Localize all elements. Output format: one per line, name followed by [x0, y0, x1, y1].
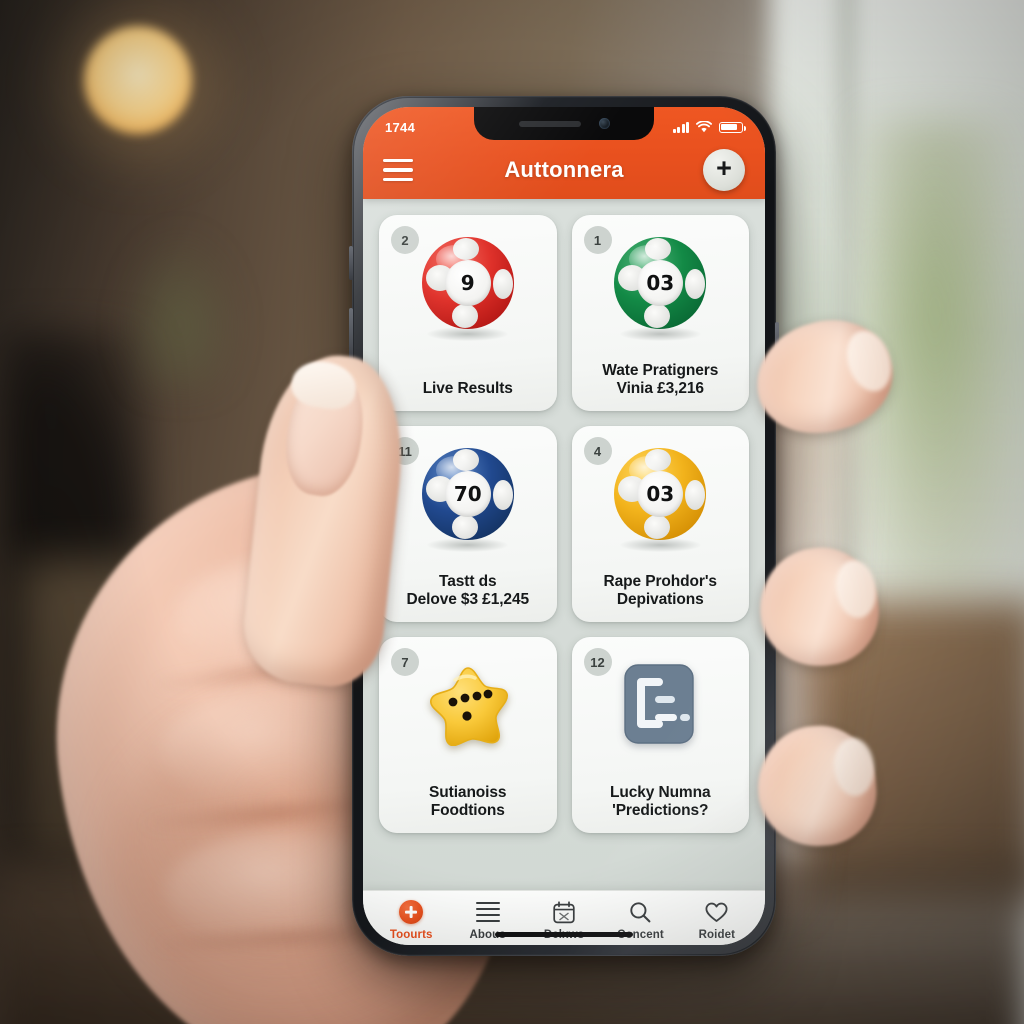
lottery-ball-green: 03: [614, 237, 707, 341]
feature-grid: 2 9 Live Results 1 03 Wate Pratigners Vi…: [379, 215, 749, 833]
app-bar: Auttonnera +: [363, 141, 765, 199]
card-label-line2: Vinia £3,216: [616, 380, 704, 398]
phone-screen: 1744 Auttonnera + 2 9 Live Results 1 03 …: [363, 107, 765, 945]
device-notch: [474, 107, 654, 140]
card-label-line2: Foodtions: [430, 802, 505, 820]
card-label-line2: 'Predictions?: [612, 802, 709, 820]
card-label-line1: Live Results: [422, 380, 513, 398]
status-indicators: [672, 121, 746, 133]
ball-number: 03: [637, 471, 684, 517]
photo-scene: 1744 Auttonnera + 2 9 Live Results 1 03 …: [0, 0, 1024, 1024]
card-badge: 12: [583, 648, 612, 676]
card-label-line2: Depivations: [616, 591, 704, 609]
card-live-results[interactable]: 2 9 Live Results: [379, 215, 557, 411]
front-camera: [598, 118, 610, 129]
lottery-ball-red: 9: [421, 237, 514, 341]
status-time: 1744: [385, 119, 416, 135]
card-badge: 1: [583, 226, 612, 254]
card-artwork: [621, 653, 699, 757]
signal-bars-icon: [672, 121, 689, 133]
card-label: Lucky Numna 'Predictions?: [606, 784, 715, 823]
card-tastt-ds[interactable]: 11 70 Tastt ds Delove $3 £1,245: [379, 426, 557, 622]
card-badge: 4: [583, 437, 612, 465]
card-badge: 2: [391, 226, 419, 254]
page-title: Auttonnera: [504, 157, 624, 182]
plus-circle-icon: [399, 900, 424, 924]
card-label: Wate Pratigners Vinia £3,216: [598, 362, 722, 401]
card-artwork: [422, 653, 514, 757]
card-artwork: 9: [421, 231, 514, 341]
card-label-line1: Tastt ds: [439, 572, 497, 590]
lottery-ball-yellow: 03: [614, 448, 707, 552]
card-artwork: 03: [614, 231, 707, 341]
list-lines-icon: [475, 900, 500, 924]
ceiling-lamp: [84, 26, 192, 134]
heart-icon: [705, 900, 728, 924]
card-label: Live Results: [419, 380, 517, 401]
card-label-line1: Wate Pratigners: [602, 361, 719, 379]
volume-up-button[interactable]: [349, 308, 353, 364]
card-label-line2: Delove $3 £1,245: [406, 591, 530, 609]
star-icon: [422, 661, 514, 749]
nav-item-toourts[interactable]: Toourts: [373, 900, 449, 941]
calendar-icon: [553, 900, 575, 924]
earpiece-speaker: [518, 120, 581, 127]
ball-number: 70: [444, 471, 491, 517]
card-label-line1: Lucky Numna: [609, 783, 711, 801]
ball-number: 9: [444, 260, 491, 306]
background-plant: [120, 230, 240, 390]
smartphone-device: 1744 Auttonnera + 2 9 Live Results 1 03 …: [349, 96, 779, 956]
hamburger-menu-icon[interactable]: [383, 159, 413, 181]
card-label: Rape Prohdor's Depivations: [600, 573, 721, 612]
card-label: Tastt ds Delove $3 £1,245: [403, 573, 534, 612]
search-icon: [629, 900, 651, 924]
card-label-line1: Sutianoiss: [429, 783, 507, 801]
card-wate-pratigners[interactable]: 1 03 Wate Pratigners Vinia £3,216: [571, 215, 749, 411]
card-rape-prohdors[interactable]: 4 03 Rape Prohdor's Depivations: [571, 426, 749, 622]
card-sutianoiss-foodtions[interactable]: 7 Sutianoiss Foodtions: [379, 637, 557, 833]
card-artwork: 03: [614, 442, 707, 552]
add-button[interactable]: +: [703, 149, 745, 191]
silent-switch[interactable]: [349, 246, 353, 280]
home-indicator[interactable]: [495, 932, 633, 937]
nav-label: Toourts: [389, 929, 433, 941]
nav-item-roidet[interactable]: Roidet: [679, 900, 755, 941]
card-lucky-numna-predictions[interactable]: 12 Lucky Numna 'Predictions?: [571, 637, 749, 833]
document-icon: [621, 662, 699, 748]
card-label: Sutianoiss Foodtions: [425, 784, 510, 823]
main-content: 2 9 Live Results 1 03 Wate Pratigners Vi…: [363, 199, 765, 890]
wifi-icon: [696, 121, 712, 133]
plus-icon: +: [716, 153, 732, 183]
lottery-ball-blue: 70: [421, 448, 514, 552]
card-label-line1: Rape Prohdor's: [603, 572, 717, 590]
app-header: 1744 Auttonnera +: [363, 107, 765, 199]
battery-icon: [719, 121, 746, 133]
card-artwork: 70: [421, 442, 514, 552]
nav-label: Roidet: [698, 929, 736, 941]
card-badge: 7: [391, 648, 419, 676]
ball-number: 03: [637, 260, 684, 306]
